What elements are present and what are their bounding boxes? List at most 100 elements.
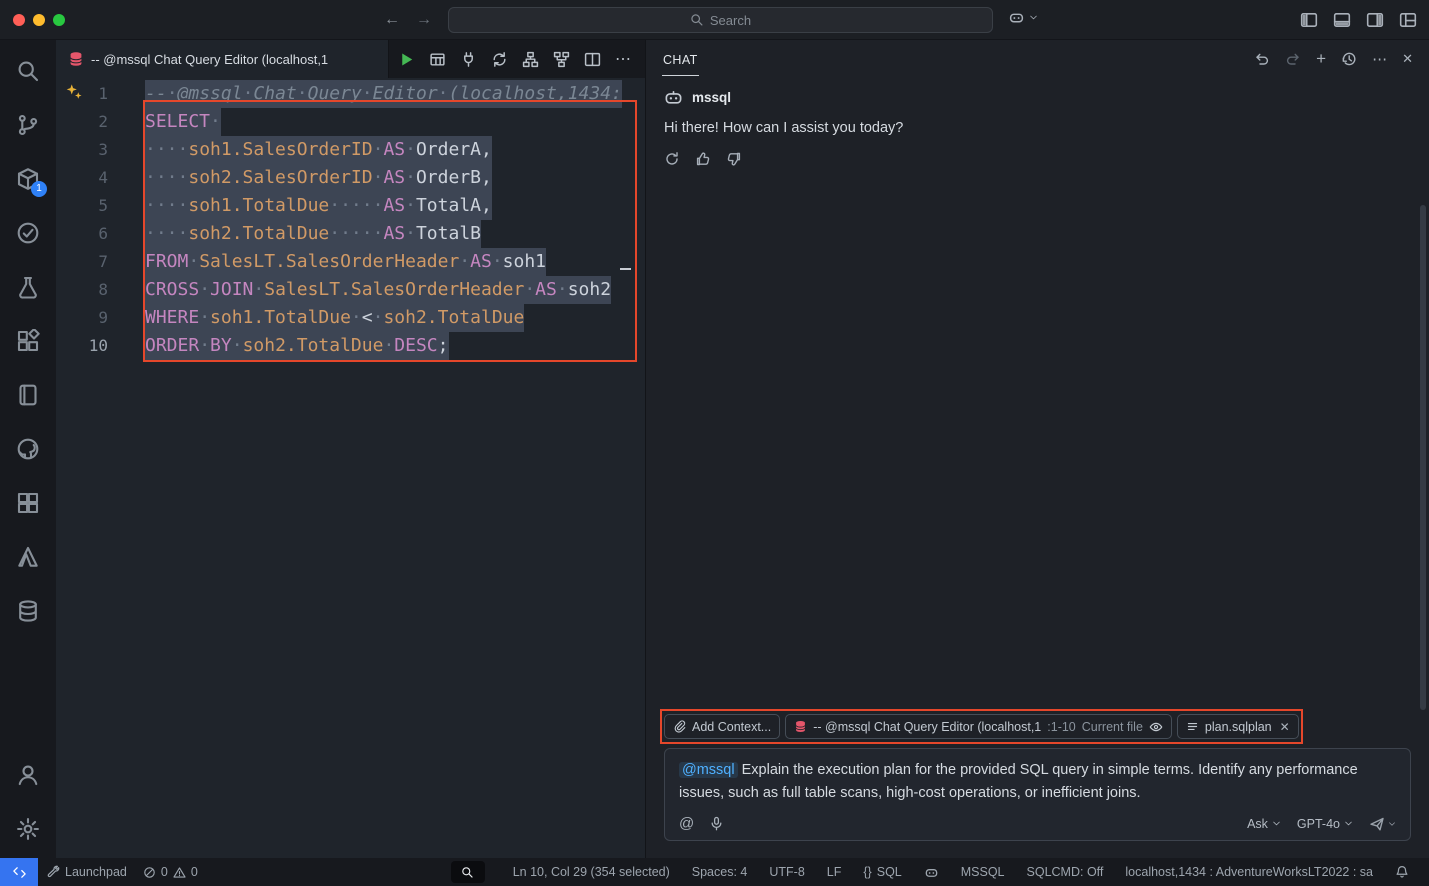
activity-remote-explorer[interactable] [0,476,56,530]
activity-accounts[interactable] [0,748,56,802]
github-icon [16,437,40,461]
tab-chat[interactable]: CHAT [662,43,699,76]
code-line[interactable]: 9WHERE·soh1.TotalDue·<·soh2.TotalDue [56,304,645,332]
problems-button[interactable]: 0 0 [135,858,206,886]
code-editor[interactable]: 1--·@mssql·Chat·Query·Editor·(localhost,… [56,78,645,858]
copilot-icon [1008,9,1025,26]
microphone-icon[interactable] [709,816,724,831]
activity-notebooks[interactable] [0,368,56,422]
zoom-window-button[interactable] [53,14,65,26]
close-window-button[interactable] [13,14,25,26]
activity-extensions[interactable] [0,314,56,368]
mention-icon[interactable]: @ [679,815,694,832]
encoding-status[interactable]: UTF-8 [761,858,812,886]
go-forward-icon[interactable]: → [416,11,432,29]
search-placeholder: Search [710,13,751,28]
toggle-panel-icon[interactable] [1333,11,1351,29]
schema-designer-icon[interactable] [522,51,539,68]
add-context-chip[interactable]: Add Context... [664,714,780,739]
new-chat-icon[interactable]: + [1316,49,1326,69]
plan-file-chip[interactable]: plan.sqlplan ✕ [1177,714,1299,739]
change-connection-icon[interactable] [491,51,508,68]
sqlcmd-status[interactable]: SQLCMD: Off [1019,858,1112,886]
code-line[interactable]: 8CROSS·JOIN·SalesLT.SalesOrderHeader·AS·… [56,276,645,304]
go-back-icon[interactable]: ← [384,11,400,29]
file-chip-title: -- @mssql Chat Query Editor (localhost,1 [813,720,1041,734]
code-text: ····soh2.SalesOrderID·AS·OrderB, [145,164,492,192]
copilot-sparkle-icon[interactable] [65,83,83,106]
language-mode[interactable]: {} SQL [855,858,909,886]
mssql-status[interactable]: MSSQL [953,858,1013,886]
toggle-secondary-sidebar-icon[interactable] [1366,11,1384,29]
chat-history-icon[interactable] [1341,51,1357,67]
line-number: 9 [56,304,108,332]
toggle-primary-sidebar-icon[interactable] [1300,11,1318,29]
split-editor-icon[interactable] [584,51,601,68]
thumbs-down-icon[interactable] [726,151,742,167]
activity-source-control[interactable] [0,98,56,152]
code-line[interactable]: 3····soh1.SalesOrderID·AS·OrderA, [56,136,645,164]
code-text: CROSS·JOIN·SalesLT.SalesOrderHeader·AS·s… [145,276,611,304]
extensions-icon [16,329,40,353]
query-plan-icon[interactable] [553,51,570,68]
chat-input-text[interactable]: @mssql Explain the execution plan for th… [679,759,1396,805]
current-file-chip[interactable]: -- @mssql Chat Query Editor (localhost,1… [785,714,1172,739]
thumbs-up-icon[interactable] [695,151,711,167]
editor-tab[interactable]: -- @mssql Chat Query Editor (localhost,1 [56,40,389,78]
code-line[interactable]: 10ORDER·BY·soh2.TotalDue·DESC; [56,332,645,360]
chat-message-text: Hi there! How can I assist you today? [664,120,1411,136]
remote-indicator[interactable] [0,858,38,886]
more-chat-actions-icon[interactable]: ⋯ [1372,50,1387,68]
code-line[interactable]: 6····soh2.TotalDue·····AS·TotalB [56,220,645,248]
status-bar-right: Ln 10, Col 29 (354 selected) Spaces: 4 U… [451,858,1417,886]
activity-search[interactable] [0,44,56,98]
remove-plan-chip-icon[interactable]: ✕ [1280,720,1290,734]
chevron-down-icon [1029,13,1038,22]
code-line[interactable]: 7FROM·SalesLT.SalesOrderHeader·AS·soh1 [56,248,645,276]
model-dropdown[interactable]: GPT-4o [1297,817,1353,831]
copilot-menu-button[interactable] [1008,9,1038,26]
connection-status[interactable]: localhost,1434 : AdventureWorksLT2022 : … [1117,858,1381,886]
command-center-search[interactable]: Search [448,7,993,33]
notifications-button[interactable] [1387,858,1417,886]
run-query-icon[interactable] [398,51,415,68]
launchpad-button[interactable]: Launchpad [38,858,135,886]
eol-status[interactable]: LF [819,858,850,886]
code-text: SELECT· [145,108,221,136]
eye-icon[interactable] [1149,720,1163,734]
more-actions-icon[interactable]: ⋯ [615,49,631,69]
chat-scrollbar[interactable] [1420,205,1426,710]
undo-icon[interactable] [1254,51,1270,67]
activity-tasks[interactable] [0,206,56,260]
chat-panel-header: CHAT + ⋯ ✕ [646,40,1429,78]
close-chat-icon[interactable]: ✕ [1402,51,1413,67]
redo-icon[interactable] [1285,51,1301,67]
activity-sql-database[interactable] [0,584,56,638]
activity-github[interactable] [0,422,56,476]
zoom-indicator[interactable] [451,861,485,883]
retry-icon[interactable] [664,151,680,167]
code-line[interactable]: 4····soh2.SalesOrderID·AS·OrderB, [56,164,645,192]
activity-settings[interactable] [0,802,56,856]
send-button[interactable] [1369,816,1396,832]
code-line[interactable]: 2SELECT· [56,108,645,136]
activity-package-explorer[interactable]: 1 [0,152,56,206]
model-label: GPT-4o [1297,817,1340,831]
minimize-window-button[interactable] [33,14,45,26]
copilot-status[interactable] [916,858,947,886]
activity-testing[interactable] [0,260,56,314]
activity-azure[interactable] [0,530,56,584]
code-text: --·@mssql·Chat·Query·Editor·(localhost,1… [145,80,622,108]
chat-input-box[interactable]: @mssql Explain the execution plan for th… [664,748,1411,841]
mssql-mention[interactable]: @mssql [679,762,738,778]
code-line[interactable]: 1--·@mssql·Chat·Query·Editor·(localhost,… [56,80,645,108]
customize-layout-icon[interactable] [1399,11,1417,29]
code-line[interactable]: 5····soh1.TotalDue·····AS·TotalA, [56,192,645,220]
line-number: 10 [56,332,108,360]
indentation-status[interactable]: Spaces: 4 [684,858,756,886]
line-number: 6 [56,220,108,248]
results-grid-icon[interactable] [429,51,446,68]
connect-plug-icon[interactable] [460,51,477,68]
cursor-position[interactable]: Ln 10, Col 29 (354 selected) [505,858,678,886]
mode-dropdown[interactable]: Ask [1247,817,1281,831]
